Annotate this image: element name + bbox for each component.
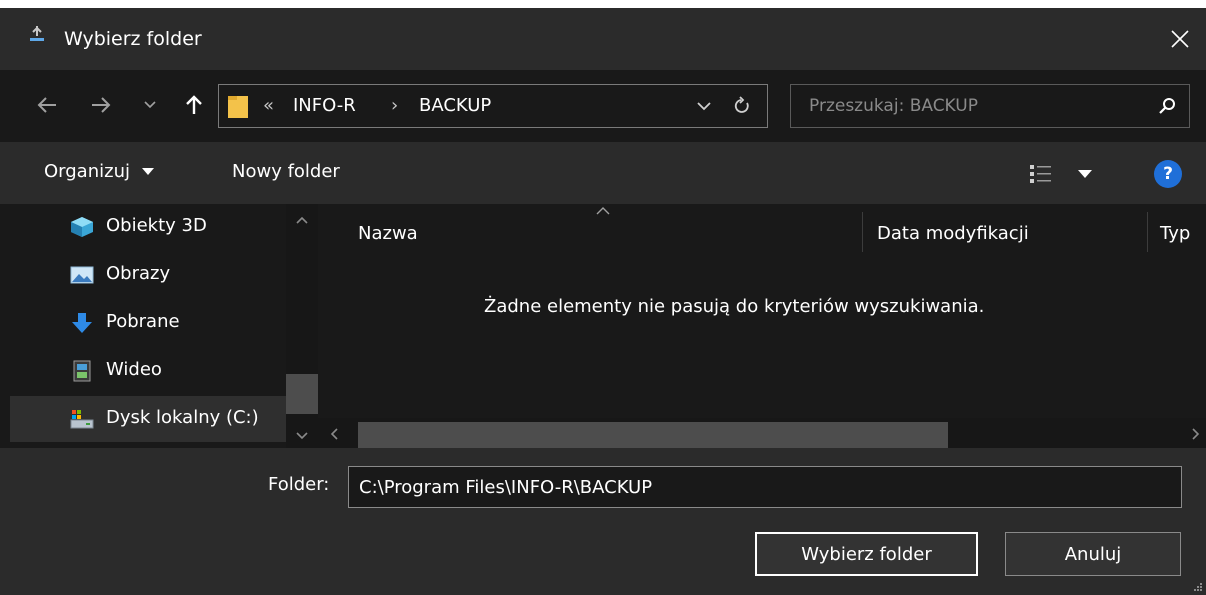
forward-button[interactable] xyxy=(84,90,118,120)
dialog-footer: Folder: Wybierz folder Anuluj xyxy=(0,448,1206,595)
help-icon: ? xyxy=(1163,164,1173,184)
breadcrumb-item-backup[interactable]: BACKUP xyxy=(419,95,491,116)
close-icon xyxy=(1171,30,1189,48)
scroll-left-icon[interactable] xyxy=(330,428,338,440)
scrollbar-thumb[interactable] xyxy=(286,374,318,414)
select-folder-button[interactable]: Wybierz folder xyxy=(755,532,978,576)
breadcrumb-item-info-r[interactable]: INFO-R xyxy=(293,95,356,116)
organize-label: Organizuj xyxy=(44,161,130,182)
video-icon xyxy=(73,360,91,382)
breadcrumb-separator[interactable]: › xyxy=(391,95,398,116)
pictures-icon xyxy=(70,266,94,284)
navigation-pane: Obiekty 3D Obrazy Pobrane Wideo Dysk lok… xyxy=(10,204,318,448)
column-date-label: Data modyfikacji xyxy=(877,223,1029,244)
empty-folder-message: Żadne elementy nie pasują do kryteriów w… xyxy=(484,296,985,317)
sidebar-item-local-disk[interactable]: Dysk lokalny (C:) xyxy=(10,396,286,442)
file-list-horizontal-scrollbar[interactable] xyxy=(318,418,1206,448)
resize-grip-icon[interactable] xyxy=(1192,581,1202,591)
cancel-button[interactable]: Anuluj xyxy=(1005,532,1181,576)
chevron-down-icon xyxy=(144,101,156,109)
caret-down-icon xyxy=(1078,170,1092,178)
navigation-pane-scrollbar[interactable] xyxy=(286,204,318,448)
sidebar-item-label: Wideo xyxy=(106,359,162,380)
column-type-label: Typ xyxy=(1160,223,1191,244)
address-bar[interactable]: « INFO-R › BACKUP xyxy=(218,84,768,128)
sidebar-item-3d-objects[interactable]: Obiekty 3D xyxy=(10,204,286,250)
column-header-date-modified[interactable]: Data modyfikacji xyxy=(863,204,1147,260)
file-list: Nazwa Data modyfikacji Typ Żadne element… xyxy=(318,204,1206,448)
arrow-up-icon xyxy=(186,95,202,114)
up-button[interactable] xyxy=(180,90,208,120)
app-icon xyxy=(30,26,44,41)
help-button[interactable]: ? xyxy=(1154,160,1182,188)
3d-objects-icon xyxy=(71,217,93,237)
sidebar-item-label: Pobrane xyxy=(106,311,180,332)
sidebar-item-downloads[interactable]: Pobrane xyxy=(10,300,286,346)
search-placeholder: Przeszukaj: BACKUP xyxy=(809,96,978,116)
title-bar: Wybierz folder xyxy=(0,8,1206,70)
sidebar-item-video[interactable]: Wideo xyxy=(10,348,286,394)
column-header-name[interactable]: Nazwa xyxy=(318,204,862,260)
command-bar: Organizuj Nowy folder ? xyxy=(0,142,1206,204)
scroll-right-icon[interactable] xyxy=(1192,428,1200,440)
sidebar-item-label: Obiekty 3D xyxy=(106,215,207,236)
sidebar-item-pictures[interactable]: Obrazy xyxy=(10,252,286,298)
folder-icon xyxy=(228,96,248,118)
close-button[interactable] xyxy=(1154,8,1206,70)
local-disk-icon xyxy=(70,410,94,429)
scroll-up-icon[interactable] xyxy=(296,216,308,224)
scrollbar-thumb[interactable] xyxy=(358,422,948,448)
column-header-type[interactable]: Typ xyxy=(1148,204,1206,260)
arrow-right-icon xyxy=(92,97,111,113)
new-folder-button[interactable]: Nowy folder xyxy=(232,161,340,182)
view-options-button[interactable] xyxy=(1030,164,1100,184)
arrow-left-icon xyxy=(37,97,56,113)
column-name-label: Nazwa xyxy=(358,223,418,244)
refresh-icon[interactable] xyxy=(733,96,751,116)
organize-button[interactable]: Organizuj xyxy=(44,161,154,182)
caret-down-icon xyxy=(141,168,154,175)
search-icon xyxy=(1159,98,1175,114)
sidebar-item-label: Dysk lokalny (C:) xyxy=(106,407,259,428)
window-title: Wybierz folder xyxy=(64,28,202,50)
scroll-down-icon[interactable] xyxy=(296,432,308,440)
search-field[interactable]: Przeszukaj: BACKUP xyxy=(790,84,1190,128)
sort-ascending-icon xyxy=(596,207,610,215)
chevron-down-icon[interactable] xyxy=(697,101,711,111)
back-button[interactable] xyxy=(30,90,64,120)
navigation-bar: « INFO-R › BACKUP Przeszukaj: BACKUP xyxy=(0,70,1206,142)
recent-locations-button[interactable] xyxy=(140,90,160,120)
details-view-icon xyxy=(1030,165,1051,183)
folder-path-field[interactable] xyxy=(348,466,1182,508)
folder-picker-dialog: Wybierz folder « INFO-R › BACKUP Przeszu… xyxy=(0,8,1206,595)
sidebar-item-label: Obrazy xyxy=(106,263,171,284)
downloads-icon xyxy=(72,313,92,333)
breadcrumb-overflow[interactable]: « xyxy=(263,95,274,116)
folder-field-label: Folder: xyxy=(268,474,330,495)
